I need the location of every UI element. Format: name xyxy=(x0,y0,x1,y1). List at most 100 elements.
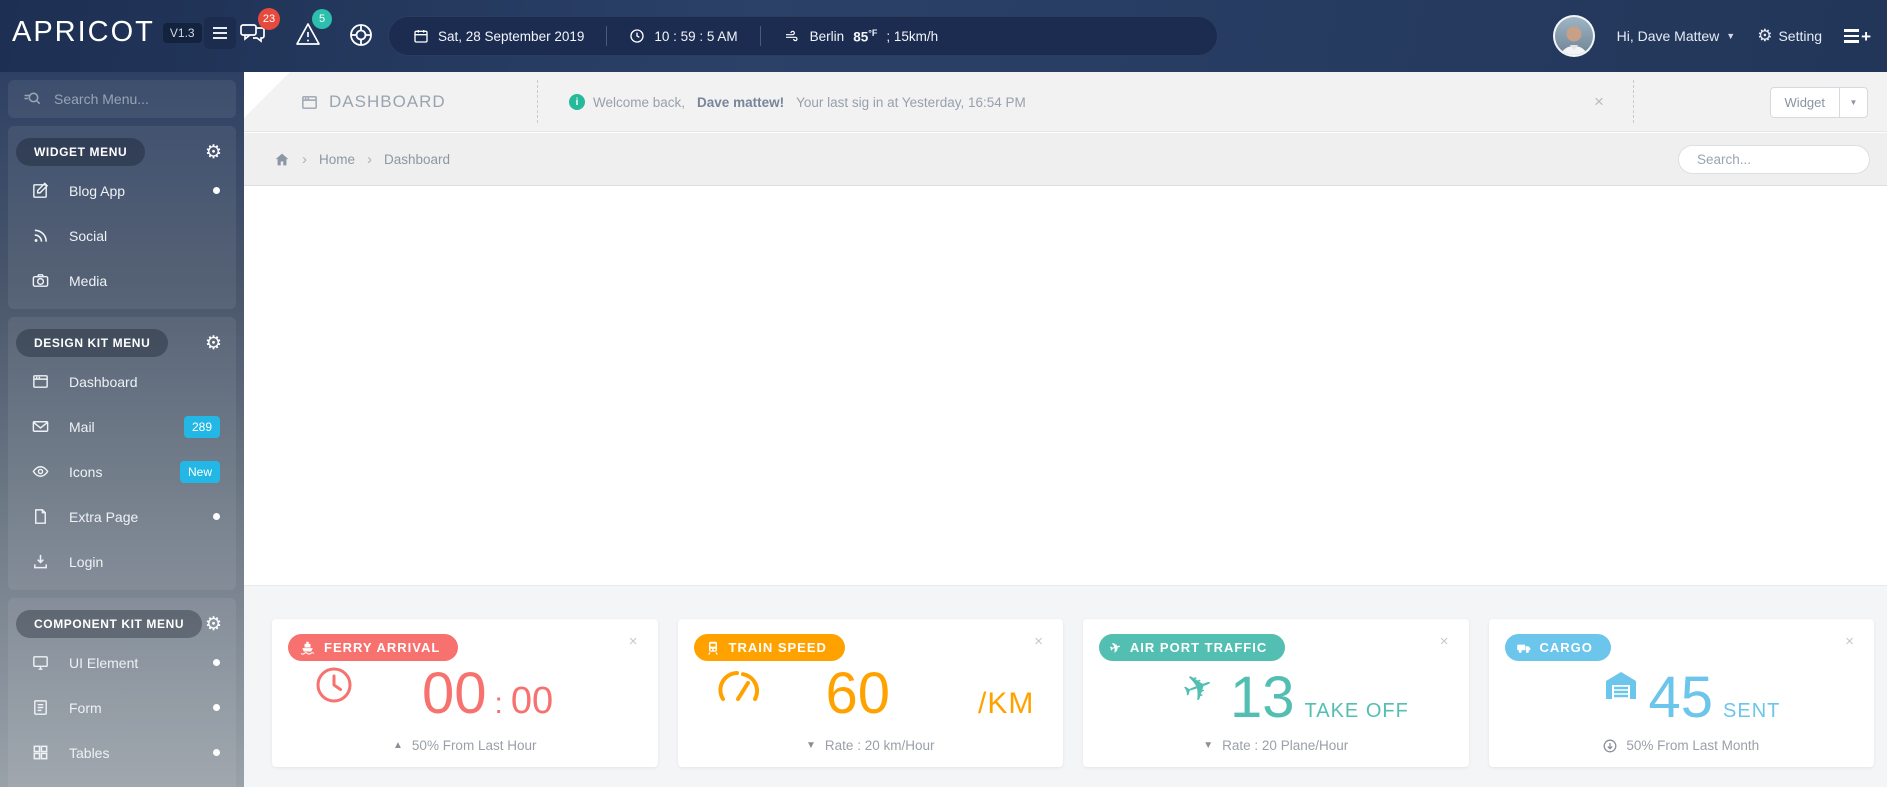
support-wheel-icon[interactable] xyxy=(347,21,375,54)
add-menu-button[interactable]: + xyxy=(1844,28,1871,45)
app-logo-text: APRICOT xyxy=(12,16,155,48)
clock-icon xyxy=(630,29,645,43)
gear-icon[interactable]: ⚙ xyxy=(205,332,222,355)
train-icon xyxy=(707,641,718,655)
plane-icon: ✈ xyxy=(1176,663,1220,712)
card-value: 00 : 00 xyxy=(422,661,554,726)
sidebar-item-login[interactable]: Login xyxy=(8,539,236,584)
card-footer: ▼ Rate : 20 km/Hour xyxy=(806,738,935,753)
card-footer: ▲ 50% From Last Hour xyxy=(393,738,537,753)
close-icon[interactable]: × xyxy=(1841,629,1858,654)
breadcrumb-bar: › Home › Dashboard xyxy=(244,133,1887,186)
search-menu-icon xyxy=(24,92,41,105)
user-avatar[interactable] xyxy=(1552,15,1595,57)
login-icon xyxy=(30,552,50,571)
user-menu[interactable]: Hi, Dave Mattew ▼ xyxy=(1617,28,1736,44)
section-label: COMPONENT KIT MENU xyxy=(16,610,203,638)
warehouse-icon xyxy=(1603,669,1639,706)
sidebar-search xyxy=(8,80,236,118)
close-alert-button[interactable]: × xyxy=(1584,72,1614,132)
content-search-input[interactable] xyxy=(1678,145,1870,174)
welcome-user-name: Dave mattew! xyxy=(697,94,785,110)
sidebar-item-icons[interactable]: Icons New xyxy=(8,449,236,494)
file-icon xyxy=(30,507,50,526)
settings-button[interactable]: ⚙ Setting xyxy=(1757,26,1822,46)
close-icon[interactable]: × xyxy=(625,629,642,654)
settings-label: Setting xyxy=(1778,28,1823,44)
chevron-down-icon[interactable]: ▼ xyxy=(1839,88,1867,117)
card-title-pill: TRAIN SPEED xyxy=(693,634,845,661)
breadcrumb-home[interactable]: Home xyxy=(319,152,355,167)
gear-icon[interactable]: ⚙ xyxy=(205,613,222,636)
calendar-icon xyxy=(414,30,428,43)
card-footer: 50% From Last Month xyxy=(1489,738,1875,753)
form-icon xyxy=(30,698,50,717)
card-value: 45 SENT xyxy=(1648,665,1781,730)
airport-traffic-card: ✈ AIR PORT TRAFFIC × ✈ 13 TAKE OFF ▼ Rat… xyxy=(1083,619,1469,767)
corner-fold xyxy=(244,72,290,118)
gear-icon[interactable]: ⚙ xyxy=(205,141,222,164)
close-icon[interactable]: × xyxy=(1436,629,1453,654)
sidebar-item-mail[interactable]: Mail 289 xyxy=(8,404,236,449)
menu-lines-icon xyxy=(1844,29,1860,43)
sidebar-toggle-button[interactable] xyxy=(204,17,236,49)
plus-icon: + xyxy=(1861,26,1871,46)
ferry-arrival-card: FERRY ARRIVAL × 00 : 00 ▲ 50% From Last … xyxy=(272,619,658,767)
welcome-alert: i Welcome back, Dave mattew! Your last s… xyxy=(569,72,1026,132)
clock-icon xyxy=(314,665,354,710)
page-title: DASHBOARD xyxy=(300,72,446,132)
sidebar: WIDGET MENU ⚙ Blog App Social xyxy=(0,72,244,787)
info-icon: i xyxy=(569,94,585,110)
circle-down-icon xyxy=(1603,739,1617,752)
mail-count-badge: 289 xyxy=(183,415,220,438)
breadcrumb-current: Dashboard xyxy=(384,152,451,167)
app-logo: APRICOT V1.3 xyxy=(12,16,202,49)
card-value: 60 /KM xyxy=(825,661,1035,726)
window-icon xyxy=(30,372,50,391)
time-segment: 10 : 59 : 5 AM xyxy=(629,28,738,44)
sidebar-item-form[interactable]: Form xyxy=(8,685,236,730)
submenu-dot xyxy=(213,187,220,194)
sidebar-item-extra-page[interactable]: Extra Page xyxy=(8,494,236,539)
sidebar-item-dashboard[interactable]: Dashboard xyxy=(8,359,236,404)
monitor-icon xyxy=(30,653,50,672)
plane-icon: ✈ xyxy=(1108,638,1124,656)
empty-canvas xyxy=(244,186,1887,585)
alerts-count-badge[interactable]: 5 xyxy=(312,9,332,29)
card-title-pill: CARGO xyxy=(1504,634,1611,661)
card-title-pill: FERRY ARRIVAL xyxy=(288,634,459,661)
down-triangle-icon: ▼ xyxy=(806,740,816,751)
sidebar-item-ui-element[interactable]: UI Element xyxy=(8,640,236,685)
submenu-dot xyxy=(213,659,220,666)
divider xyxy=(537,80,538,123)
messages-count-badge[interactable]: 23 xyxy=(258,8,280,30)
sidebar-item-blog-app[interactable]: Blog App xyxy=(8,168,236,213)
top-navbar: APRICOT V1.3 23 5 Sat, 28 September 2019 xyxy=(0,0,1887,72)
card-footer: ▼ Rate : 20 Plane/Hour xyxy=(1203,738,1349,753)
weather-segment: Berlin 85°F ; 15km/h xyxy=(783,28,938,44)
user-greeting: Hi, Dave Mattew xyxy=(1616,28,1720,44)
sidebar-search-input[interactable] xyxy=(54,91,214,107)
submenu-dot xyxy=(213,513,220,520)
wind-icon xyxy=(785,30,798,42)
date-text: Sat, 28 September 2019 xyxy=(438,28,585,44)
home-icon[interactable] xyxy=(274,152,290,167)
ferry-icon xyxy=(300,641,315,655)
sidebar-item-tables[interactable]: Tables xyxy=(8,730,236,775)
new-badge: New xyxy=(179,460,220,483)
widget-button[interactable]: Widget ▼ xyxy=(1769,87,1868,118)
window-icon xyxy=(302,95,317,109)
train-speed-card: TRAIN SPEED × 60 /KM ▼ Rate : 20 km/Hour xyxy=(677,619,1063,767)
sidebar-item-social[interactable]: Social xyxy=(8,213,236,258)
main-content: DASHBOARD i Welcome back, Dave mattew! Y… xyxy=(244,72,1887,787)
section-label: WIDGET MENU xyxy=(16,138,146,166)
gear-icon: ⚙ xyxy=(1757,26,1773,45)
close-icon[interactable]: × xyxy=(1030,629,1047,654)
sidebar-item-media[interactable]: Media xyxy=(8,258,236,303)
sidebar-section-design-kit: DESIGN KIT MENU ⚙ Dashboard Mail 289 Ico… xyxy=(8,317,236,590)
submenu-dot xyxy=(213,704,220,711)
stats-band: FERRY ARRIVAL × 00 : 00 ▲ 50% From Last … xyxy=(244,585,1887,787)
submenu-dot xyxy=(213,749,220,756)
sidebar-section-component-kit: COMPONENT KIT MENU ⚙ UI Element Form Tab… xyxy=(8,598,236,787)
sidebar-item-map[interactable]: Map xyxy=(8,775,236,787)
